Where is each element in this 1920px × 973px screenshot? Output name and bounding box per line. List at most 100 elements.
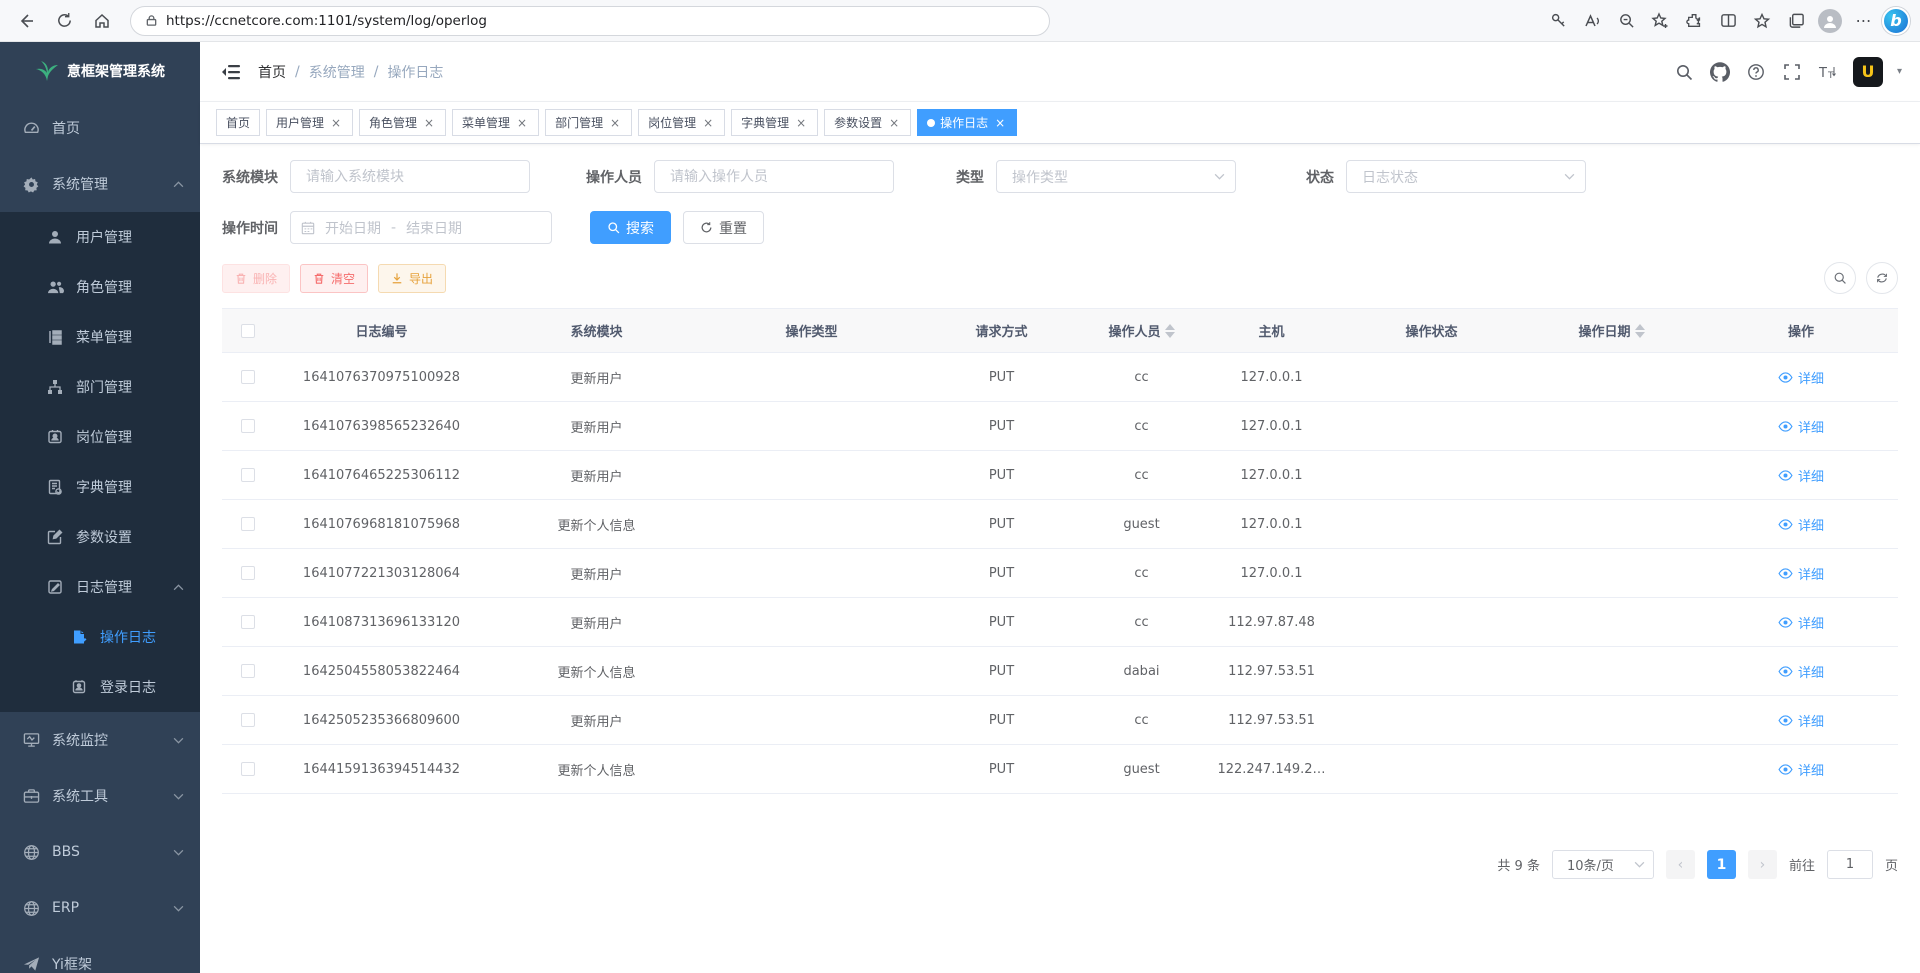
row-checkbox[interactable] xyxy=(241,566,255,580)
tab-home[interactable]: 首页 xyxy=(216,109,260,136)
extensions-button[interactable] xyxy=(1678,5,1710,37)
sidebar-item-system[interactable]: 系统管理 xyxy=(0,156,200,212)
goto-page-input[interactable] xyxy=(1827,850,1873,879)
zoom-out-button[interactable] xyxy=(1610,5,1642,37)
detail-link[interactable]: 详细 xyxy=(1778,564,1824,583)
sidebar-item-home[interactable]: 首页 xyxy=(0,100,200,156)
header-search-button[interactable] xyxy=(1673,61,1695,83)
browser-profile-button[interactable] xyxy=(1814,5,1846,37)
browser-refresh-button[interactable] xyxy=(48,5,80,37)
password-key-button[interactable] xyxy=(1542,5,1574,37)
row-checkbox[interactable] xyxy=(241,713,255,727)
detail-link[interactable]: 详细 xyxy=(1778,466,1824,485)
favorite-add-button[interactable] xyxy=(1644,5,1676,37)
close-icon[interactable]: × xyxy=(794,116,808,130)
delete-button[interactable]: 删除 xyxy=(222,264,290,293)
detail-link[interactable]: 详细 xyxy=(1778,613,1824,632)
close-icon[interactable]: × xyxy=(701,116,715,130)
export-button[interactable]: 导出 xyxy=(378,264,446,293)
tab-post-mgmt[interactable]: 岗位管理 × xyxy=(638,109,725,136)
next-page-button[interactable]: › xyxy=(1748,850,1777,879)
sidebar-item-users[interactable]: 用户管理 xyxy=(0,212,200,262)
status-select[interactable]: 日志状态 xyxy=(1346,160,1586,193)
sidebar-item-menus[interactable]: 菜单管理 xyxy=(0,312,200,362)
sort-icon[interactable] xyxy=(1165,324,1175,338)
read-aloud-button[interactable] xyxy=(1576,5,1608,37)
tab-user-mgmt[interactable]: 用户管理 × xyxy=(266,109,353,136)
tab-role-mgmt[interactable]: 角色管理 × xyxy=(359,109,446,136)
sidebar-item-login-log[interactable]: 登录日志 xyxy=(0,662,200,712)
help-icon[interactable] xyxy=(1745,61,1767,83)
row-checkbox[interactable] xyxy=(241,615,255,629)
close-icon[interactable]: × xyxy=(329,116,343,130)
sidebar-item-yi-framework[interactable]: Yi框架 xyxy=(0,936,200,973)
sidebar-item-parameters[interactable]: 参数设置 xyxy=(0,512,200,562)
user-avatar[interactable]: U xyxy=(1853,57,1883,87)
sidebar-item-logs[interactable]: 日志管理 xyxy=(0,562,200,612)
app-logo[interactable]: 意框架管理系统 xyxy=(0,42,200,100)
tab-dept-mgmt[interactable]: 部门管理 × xyxy=(545,109,632,136)
detail-link[interactable]: 详细 xyxy=(1778,711,1824,730)
tab-dict-mgmt[interactable]: 字典管理 × xyxy=(731,109,818,136)
breadcrumb-home[interactable]: 首页 xyxy=(258,62,286,82)
row-checkbox[interactable] xyxy=(241,370,255,384)
detail-link[interactable]: 详细 xyxy=(1778,515,1824,534)
sort-icon[interactable] xyxy=(1635,324,1645,338)
split-screen-button[interactable] xyxy=(1712,5,1744,37)
browser-home-button[interactable] xyxy=(86,5,118,37)
clear-button[interactable]: 清空 xyxy=(300,264,368,293)
type-select[interactable]: 操作类型 xyxy=(996,160,1236,193)
module-input[interactable] xyxy=(290,160,530,193)
sidebar-item-operation-log[interactable]: 操作日志 xyxy=(0,612,200,662)
close-icon[interactable]: × xyxy=(515,116,529,130)
tab-param-settings[interactable]: 参数设置 × xyxy=(824,109,911,136)
sidebar-item-monitor[interactable]: 系统监控 xyxy=(0,712,200,768)
collections-button[interactable] xyxy=(1780,5,1812,37)
row-checkbox[interactable] xyxy=(241,517,255,531)
detail-link[interactable]: 详细 xyxy=(1778,368,1824,387)
row-checkbox[interactable] xyxy=(241,468,255,482)
browser-back-button[interactable] xyxy=(10,5,42,37)
github-icon[interactable] xyxy=(1709,61,1731,83)
detail-link[interactable]: 详细 xyxy=(1778,662,1824,681)
row-checkbox[interactable] xyxy=(241,419,255,433)
sidebar-item-dictionary[interactable]: 字典管理 xyxy=(0,462,200,512)
page-size-select[interactable]: 10条/页 xyxy=(1552,850,1654,879)
cell-date xyxy=(1519,745,1704,794)
close-icon[interactable]: × xyxy=(608,116,622,130)
sidebar-item-roles[interactable]: 角色管理 xyxy=(0,262,200,312)
close-icon[interactable]: × xyxy=(993,116,1007,130)
search-button[interactable]: 搜索 xyxy=(590,211,671,244)
refresh-table-button[interactable] xyxy=(1866,262,1898,294)
tab-operation-log[interactable]: 操作日志 × xyxy=(917,109,1017,136)
detail-link[interactable]: 详细 xyxy=(1778,417,1824,436)
fullscreen-icon[interactable] xyxy=(1781,61,1803,83)
sidebar-toggle-button[interactable] xyxy=(214,55,248,89)
sidebar-item-bbs[interactable]: BBS xyxy=(0,824,200,880)
close-icon[interactable]: × xyxy=(887,116,901,130)
reset-button[interactable]: 重置 xyxy=(683,211,764,244)
sidebar-item-departments[interactable]: 部门管理 xyxy=(0,362,200,412)
date-range-picker[interactable]: 开始日期 - 结束日期 xyxy=(290,211,552,244)
browser-more-button[interactable]: ⋯ xyxy=(1848,5,1880,37)
cell-operator: cc xyxy=(1084,451,1199,500)
sidebar-item-posts[interactable]: 岗位管理 xyxy=(0,412,200,462)
row-checkbox[interactable] xyxy=(241,664,255,678)
bing-button[interactable]: b xyxy=(1882,7,1910,35)
address-bar[interactable]: https://ccnetcore.com:1101/system/log/op… xyxy=(130,6,1050,36)
page-number-button[interactable]: 1 xyxy=(1707,850,1736,879)
prev-page-button[interactable]: ‹ xyxy=(1666,850,1695,879)
operator-input[interactable] xyxy=(654,160,894,193)
detail-link[interactable]: 详细 xyxy=(1778,760,1824,779)
close-icon[interactable]: × xyxy=(422,116,436,130)
favorites-bar-button[interactable] xyxy=(1746,5,1778,37)
tab-menu-mgmt[interactable]: 菜单管理 × xyxy=(452,109,539,136)
select-all-checkbox[interactable] xyxy=(241,324,255,338)
search-toggle-button[interactable] xyxy=(1824,262,1856,294)
row-checkbox[interactable] xyxy=(241,762,255,776)
avatar-caret-icon[interactable]: ▾ xyxy=(1897,66,1902,77)
cell-host: 127.0.0.1 xyxy=(1199,549,1344,598)
sidebar-item-erp[interactable]: ERP xyxy=(0,880,200,936)
sidebar-item-tools[interactable]: 系统工具 xyxy=(0,768,200,824)
font-size-icon[interactable]: TT xyxy=(1817,61,1839,83)
